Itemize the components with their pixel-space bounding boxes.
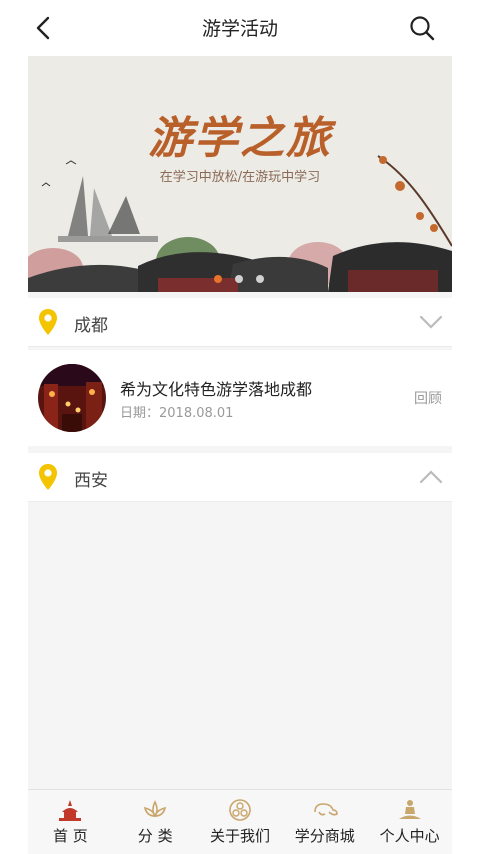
tab-label: 首 页 [53,827,88,845]
tab-label: 个人中心 [379,827,440,845]
bottom-tab-bar: 首 页 分 类 关于我们 学分商城 个人中心 [28,789,452,854]
lotus-icon [144,800,167,818]
review-link[interactable]: 回顾 [414,388,442,408]
carousel-dot-active[interactable] [214,275,222,283]
tab-category[interactable]: 分 类 [113,790,198,854]
tab-profile[interactable]: 个人中心 [367,790,452,854]
emblem-icon [229,799,251,821]
home-pagoda-icon [59,800,82,821]
city-name: 西安 [74,471,108,491]
location-pin-icon [39,464,57,490]
city-section-header[interactable]: 西安 [28,453,452,502]
tab-credit-mall[interactable]: 学分商城 [282,790,367,854]
tab-label: 关于我们 [209,827,270,845]
meditating-person-icon [398,800,421,819]
cloud-scroll-icon [313,803,338,816]
activity-date: 日期：2018.08.01 [120,406,234,421]
tab-about-us[interactable]: 关于我们 [198,790,283,854]
banner-subtitle: 在学习中放松/在游玩中学习 [159,170,321,185]
chevron-down-icon[interactable] [418,312,444,332]
banner-carousel[interactable]: 游学之旅 在学习中放松/在游玩中学习 [28,56,452,292]
tab-label: 学分商城 [294,827,355,845]
activity-title: 希为文化特色游学落地成都 [120,380,313,399]
carousel-indicator [214,268,272,283]
top-nav-bar: 游学活动 [0,0,480,56]
activity-thumbnail [38,364,106,432]
tab-home[interactable]: 首 页 [28,790,113,854]
chevron-up-icon[interactable] [418,467,444,487]
tab-label: 分 类 [137,827,173,845]
banner-title: 游学之旅 [148,113,332,164]
activity-list-item[interactable]: 希为文化特色游学落地成都 日期：2018.08.01 回顾 [28,350,452,446]
city-name: 成都 [74,316,108,336]
search-icon[interactable] [408,14,436,42]
city-section-header[interactable]: 成都 [28,298,452,347]
location-pin-icon [39,309,57,335]
